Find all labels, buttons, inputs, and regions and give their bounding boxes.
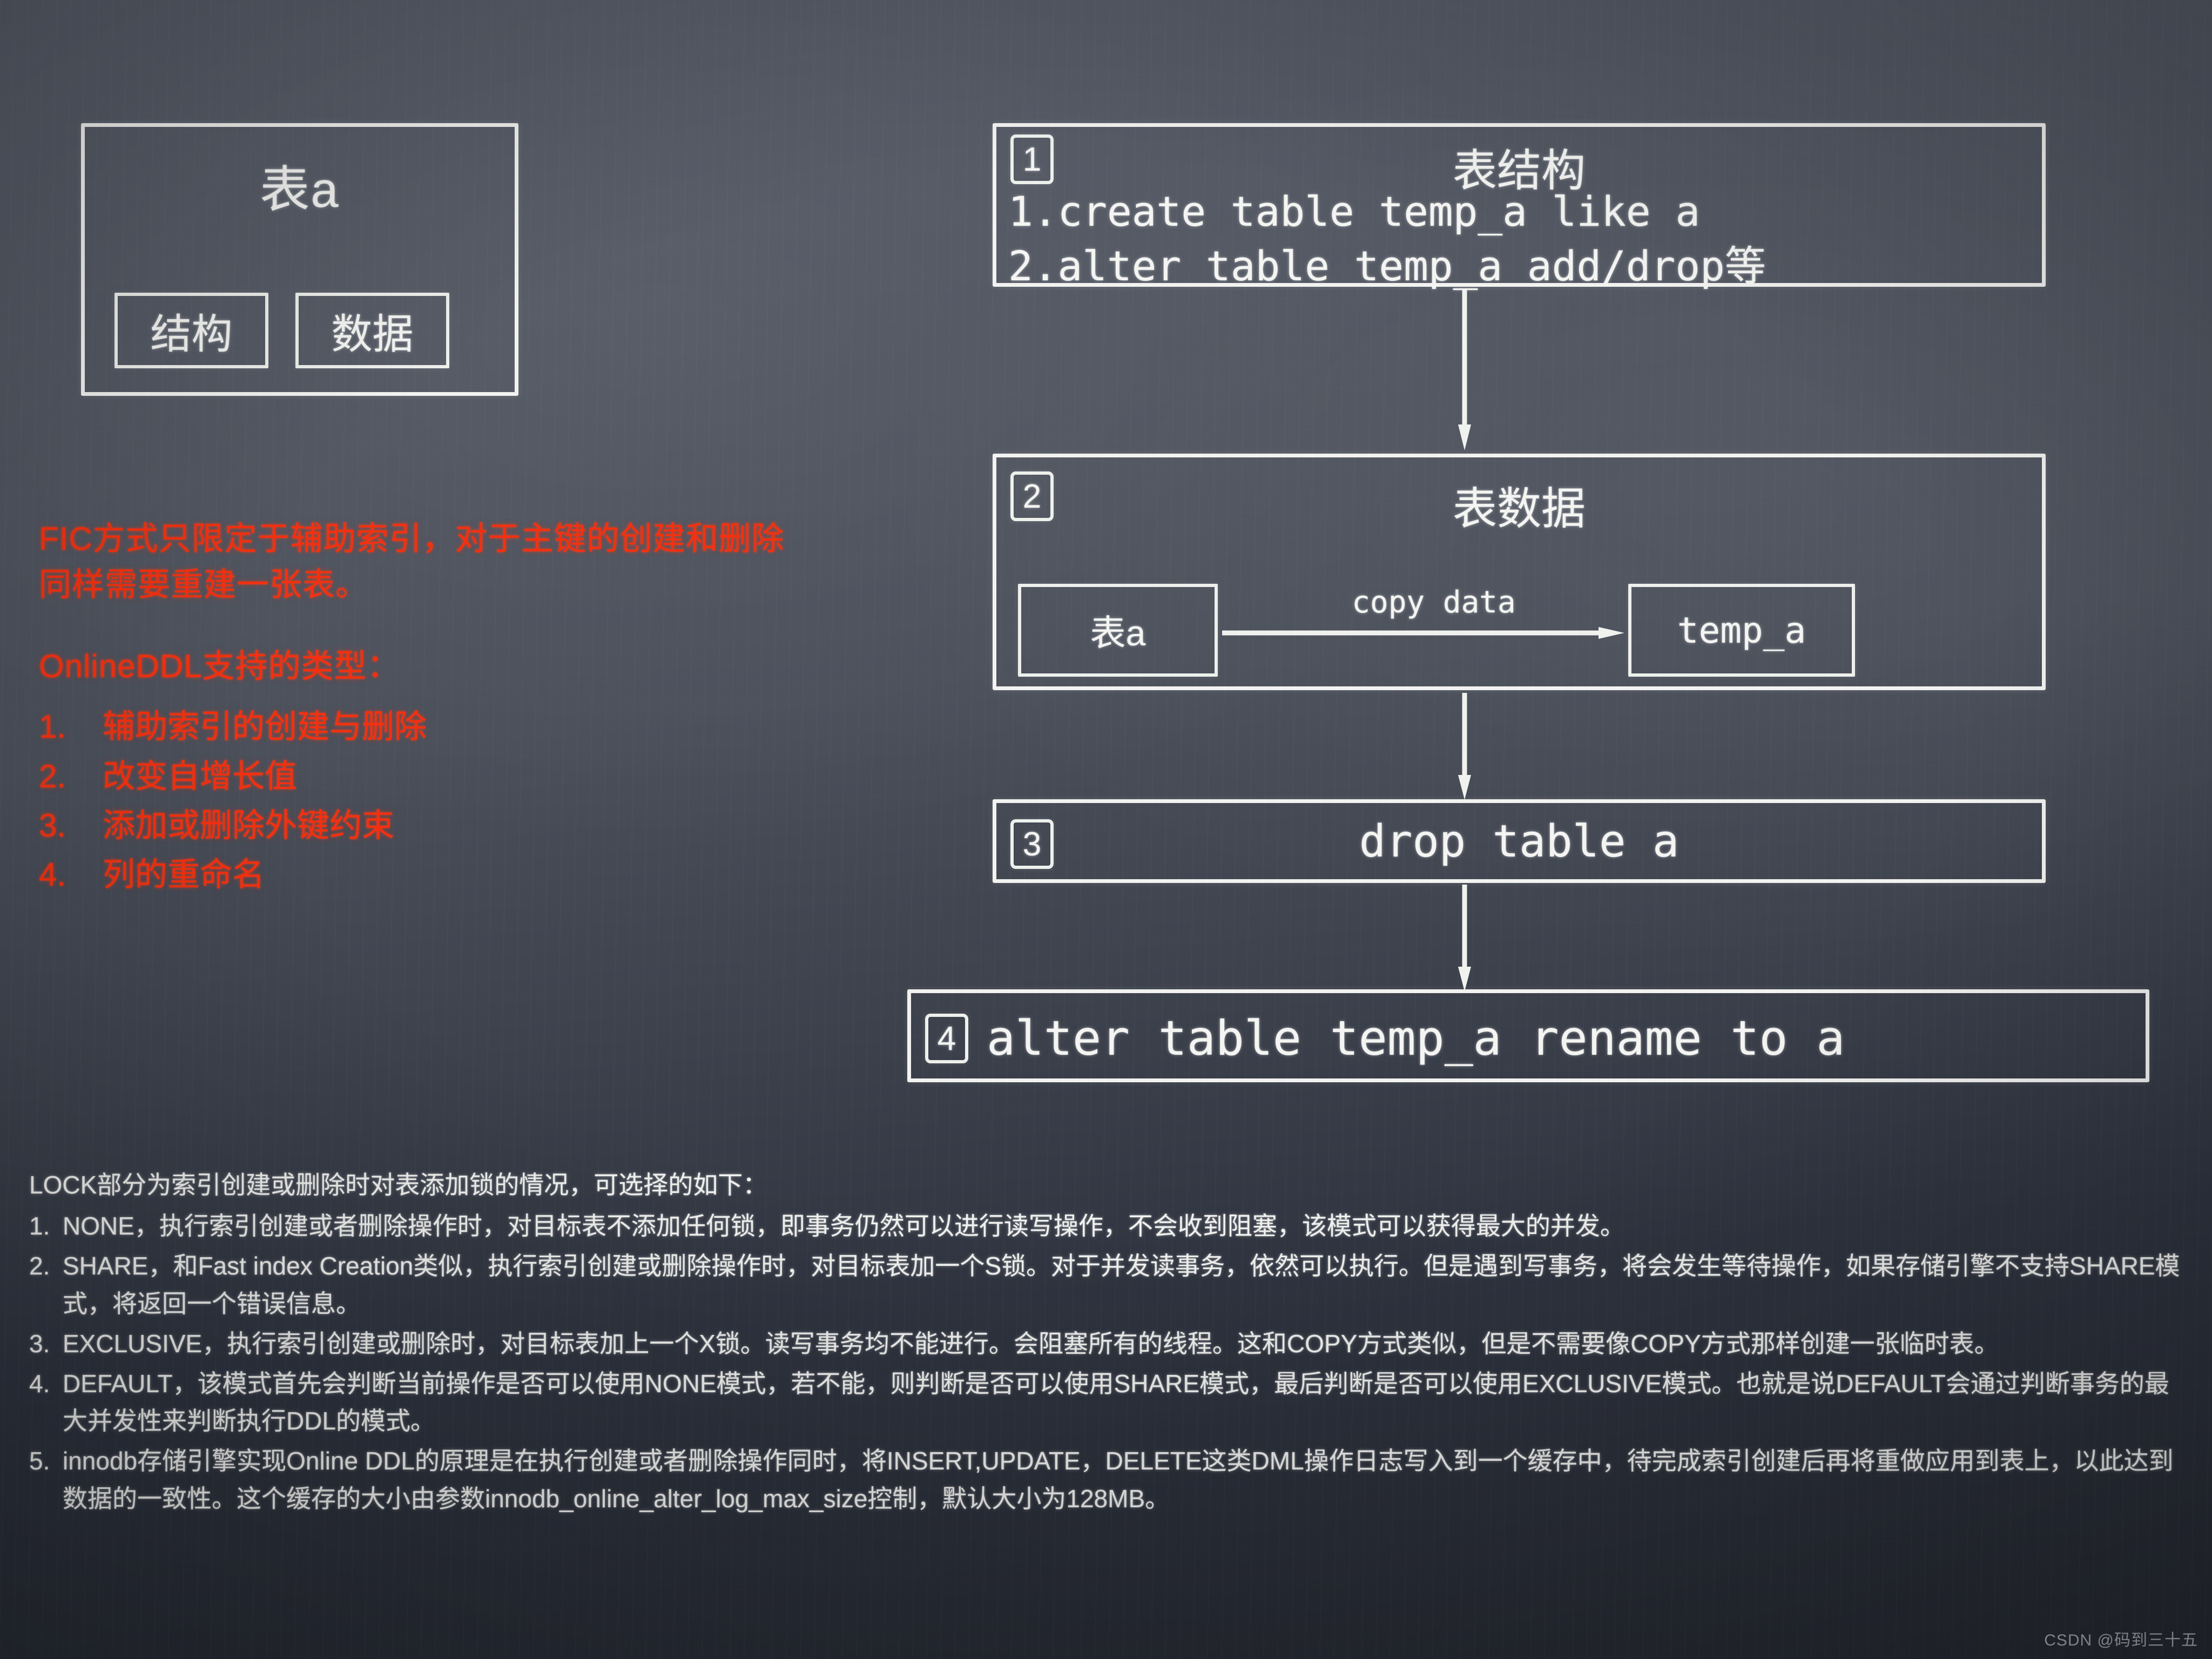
list-item-number: 2.: [29, 1251, 50, 1280]
copy-data-label: copy data: [1352, 585, 1516, 620]
copy-source-box: 表a: [1018, 584, 1218, 677]
list-item-label: DEFAULT，该模式首先会判断当前操作是否可以使用NONE模式，若不能，则判断…: [63, 1369, 2169, 1435]
list-item-number: 4.: [29, 1369, 50, 1398]
step-3-statement: drop table a: [1359, 816, 1680, 867]
flow-step-3-box: 3 drop table a: [993, 799, 2046, 883]
csdn-watermark: CSDN @码到三十五: [2044, 1631, 2198, 1649]
step-1-line-2: 2.alter table temp_a add/drop等: [1008, 242, 1766, 290]
chalkboard-canvas: 表a 结构 数据 FIC方式只限定于辅助索引，对于主键的创建和删除同样需要重建一…: [0, 0, 2212, 1659]
arrow-step2-to-step3-icon: [1458, 693, 1471, 800]
step-1-line-1: 1.create table temp_a like a: [1008, 187, 1701, 235]
step-2-copy-diagram: 表a copy data temp_a: [1018, 584, 2020, 677]
list-item: 3. EXCLUSIVE，执行索引创建或删除时，对目标表加上一个X锁。读写事务均…: [29, 1325, 2189, 1363]
arrow-step1-to-step2-icon: [1458, 289, 1471, 450]
copy-data-arrow-icon: [1222, 627, 1624, 639]
list-item: 5. innodb存储引擎实现Online DDL的原理是在执行创建或者删除操作…: [29, 1442, 2189, 1518]
step-4-number: 4: [925, 1014, 968, 1063]
lock-modes-notes: LOCK部分为索引创建或删除时对表添加锁的情况，可选择的如下： 1. NONE，…: [29, 1166, 2189, 1520]
list-item: 2. SHARE，和Fast index Creation类似，执行索引创建或删…: [29, 1247, 2189, 1323]
list-item-number: 5.: [29, 1447, 50, 1475]
step-4-statement: alter table temp_a rename to a: [987, 1010, 1845, 1066]
list-item: 4. DEFAULT，该模式首先会判断当前操作是否可以使用NONE模式，若不能，…: [29, 1365, 2189, 1441]
list-item-number: 1.: [29, 1211, 50, 1240]
step-2-title: 表数据: [1452, 484, 1586, 534]
arrow-step3-to-step4-icon: [1458, 885, 1471, 992]
flow-step-1-box: 1 表结构 1.create table temp_a like a 2.alt…: [993, 123, 2046, 290]
copy-target-box: temp_a: [1628, 584, 1855, 677]
list-item-label: NONE，执行索引创建或者删除操作时，对目标表不添加任何锁，即事务仍然可以进行读…: [63, 1211, 1625, 1240]
list-item: 1. NONE，执行索引创建或者删除操作时，对目标表不添加任何锁，即事务仍然可以…: [29, 1208, 2189, 1245]
flow-step-2-box: 2 表数据 表a copy data temp_a: [993, 454, 2046, 690]
lock-notes-lead: LOCK部分为索引创建或删除时对表添加锁的情况，可选择的如下：: [29, 1171, 768, 1199]
list-item-number: 3.: [29, 1329, 50, 1358]
flow-step-4-box: 4 alter table temp_a rename to a: [907, 989, 2149, 1082]
list-item-label: SHARE，和Fast index Creation类似，执行索引创建或删除操作…: [63, 1251, 2180, 1318]
lock-modes-list: 1. NONE，执行索引创建或者删除操作时，对目标表不添加任何锁，即事务仍然可以…: [29, 1208, 2189, 1518]
list-item-label: innodb存储引擎实现Online DDL的原理是在执行创建或者删除操作同时，…: [63, 1447, 2174, 1513]
list-item-label: EXCLUSIVE，执行索引创建或删除时，对目标表加上一个X锁。读写事务均不能进…: [63, 1329, 1999, 1358]
